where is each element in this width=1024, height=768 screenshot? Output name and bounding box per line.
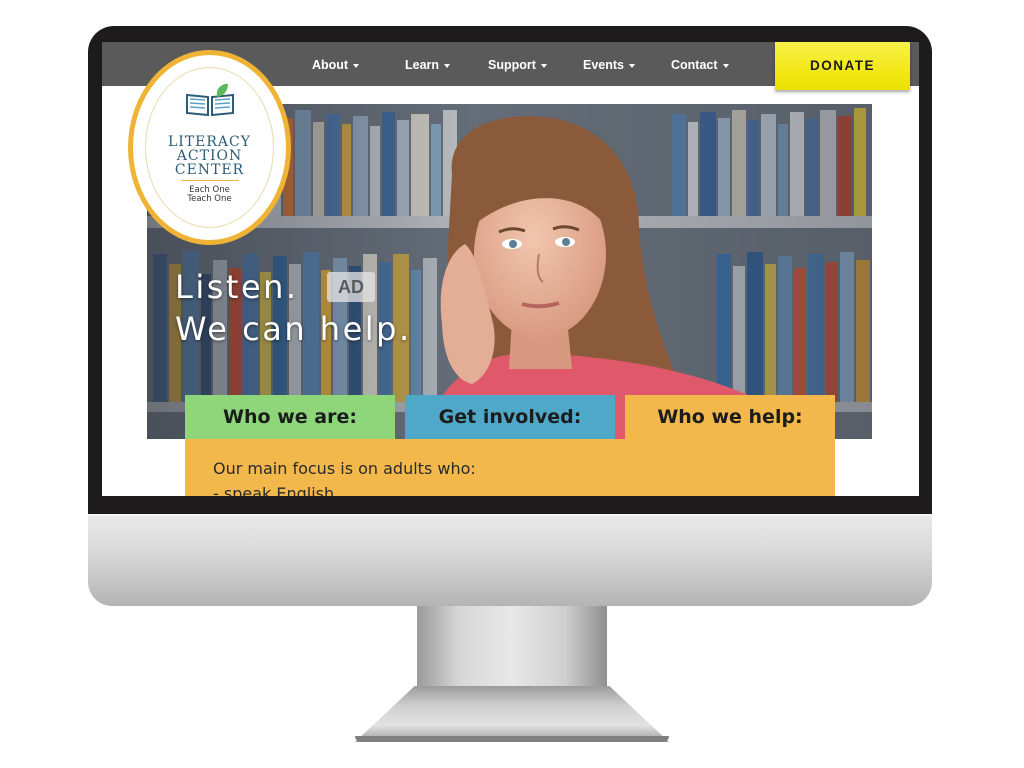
website-screen: About Learn Support Events Contact DONAT… — [102, 42, 919, 496]
nav-item-support[interactable]: Support — [488, 58, 547, 72]
nav-item-learn[interactable]: Learn — [405, 58, 451, 72]
open-book-icon — [186, 83, 234, 117]
caret-down-icon — [722, 63, 729, 68]
hero-headline-line2: We can help. — [175, 310, 412, 348]
tab-who-we-help[interactable]: Who we help: — [625, 395, 835, 439]
tab-panel-who-we-help: Our main focus is on adults who: - speak… — [185, 439, 835, 496]
hero-headline-line1: Listen. — [175, 268, 299, 306]
donate-button[interactable]: DONATE — [775, 42, 910, 90]
monitor-stand-edge — [355, 736, 669, 742]
logo-divider — [181, 180, 239, 181]
caret-down-icon — [353, 63, 360, 68]
tab-who-we-are[interactable]: Who we are: — [185, 395, 395, 439]
nav-item-events[interactable]: Events — [583, 58, 635, 72]
panel-line1: Our main focus is on adults who: — [213, 459, 476, 478]
nav-item-contact[interactable]: Contact — [671, 58, 729, 72]
logo-text-literacy: LITERACY — [168, 134, 251, 150]
nav-item-about[interactable]: About — [312, 58, 360, 72]
nav-item-label: Learn — [405, 58, 440, 72]
hero-headline: Listen. We can help. — [175, 266, 412, 350]
logo-tagline-line2: Teach One — [187, 194, 232, 204]
caret-down-icon — [540, 63, 547, 68]
caret-down-icon — [444, 63, 451, 68]
logo-text-center: CENTER — [174, 162, 245, 178]
caret-down-icon — [629, 63, 635, 68]
nav-item-label: Contact — [671, 58, 718, 72]
tab-get-involved[interactable]: Get involved: — [405, 395, 615, 439]
monitor-chin — [88, 514, 932, 606]
site-logo[interactable]: LITERACY ACTION CENTER Each One Teach On… — [128, 50, 291, 245]
panel-line2: - speak English — [213, 484, 335, 496]
monitor-stand-neck — [417, 606, 607, 688]
monitor-stand-base — [355, 686, 669, 742]
panel-text: Our main focus is on adults who: - speak… — [213, 456, 476, 496]
logo-text-action: ACTION — [176, 148, 243, 164]
nav-item-label: About — [312, 58, 349, 72]
nav-item-label: Support — [488, 58, 536, 72]
audio-description-button[interactable]: AD — [327, 272, 375, 302]
nav-item-label: Events — [583, 58, 624, 72]
